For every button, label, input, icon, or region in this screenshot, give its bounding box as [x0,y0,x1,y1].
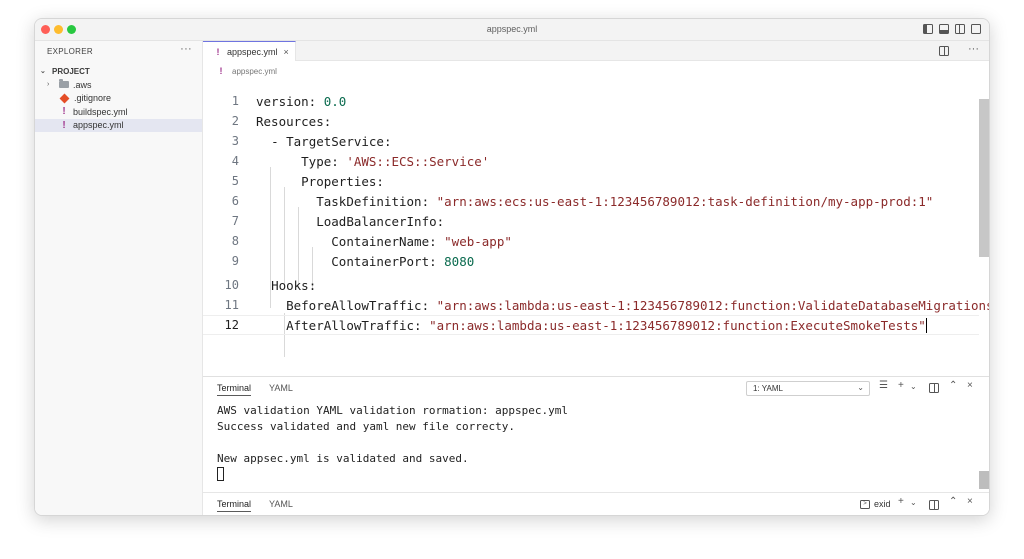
terminal-output[interactable]: AWS validation YAML validation rormation… [217,403,568,483]
title-bar: appspec.yml [35,19,989,41]
tab-yaml-secondary[interactable]: YAML [269,499,293,509]
yaml-file-icon: ! [216,46,220,57]
code-line: 1 version: 0.0 [231,93,347,109]
tree-item-label: appspec.yml [73,120,124,131]
chevron-down-icon: ⌄ [857,383,864,392]
layout-controls [923,24,981,34]
chevron-down-icon: ⌄ [40,68,46,75]
new-terminal-icon[interactable]: + [898,496,904,507]
code-line: 8 ContainerName: "web-app" [231,233,512,249]
terminal-line: Success validated and yaml new file corr… [217,420,516,433]
editor-more-icon[interactable]: ··· [968,43,979,55]
git-icon [59,93,70,104]
code-line: 4 Type: 'AWS::ECS::Service' [231,153,490,169]
toggle-sidebar-icon[interactable] [923,24,933,34]
toggle-secondary-sidebar-icon[interactable] [955,24,965,34]
code-line: 6 TaskDefinition: "arn:aws:ecs:us-east-1… [231,193,934,209]
new-terminal-icon[interactable]: + [898,380,904,391]
chevron-down-icon[interactable]: ⌄ [910,382,917,391]
chevron-down-icon[interactable]: ⌄ [910,498,917,507]
maximize-panel-icon[interactable]: ⌃ [949,380,957,391]
explorer-header: EXPLORER ··· [35,41,202,61]
chevron-right-icon: › [47,81,50,89]
split-terminal-icon[interactable] [929,383,939,393]
terminal-icon: > [860,499,870,509]
tab-yaml[interactable]: YAML [269,383,293,393]
split-terminal-icon[interactable] [929,500,939,510]
window-title: appspec.yml [486,24,538,34]
terminal-instance-label: exid [874,499,891,509]
tree-item-aws[interactable]: › .aws [35,78,202,92]
toggle-panel-icon[interactable] [939,24,949,34]
tree-item-label: .aws [73,79,92,90]
tree-item-appspec[interactable]: ! appspec.yml [35,118,202,132]
terminal-line: AWS validation YAML validation rormation… [217,404,568,417]
split-editor-icon[interactable] [939,46,949,56]
tab-terminal[interactable]: Terminal [217,383,252,396]
project-folder[interactable]: ⌄ PROJECT [35,64,202,78]
code-line: 2 Resources: [231,113,332,129]
terminal-instance[interactable]: > exid [860,499,891,509]
explorer-title: EXPLORER [47,47,93,56]
code-line: 7 LoadBalancerInfo: [231,213,445,229]
tab-appspec[interactable]: ! appspec.yml × [203,41,296,61]
yaml-file-icon: ! [62,106,66,118]
terminal-select[interactable]: 1: YAML ⌄ [746,381,870,396]
terminal-cursor [217,467,224,481]
tab-terminal-secondary[interactable]: Terminal [217,499,252,512]
terminal-select-value: 1: YAML [753,384,783,393]
customize-layout-icon[interactable] [971,24,981,34]
editor-area: ! appspec.yml × ··· ! appspec.yml 1 vers… [203,41,989,376]
terminal-scrollbar[interactable] [979,471,989,489]
code-line: 5 Properties: [231,173,384,189]
editor-tabs: ! appspec.yml × ··· [203,41,989,61]
project-label: PROJECT [52,66,90,76]
breadcrumb-file[interactable]: appspec.yml [232,67,277,76]
yaml-file-icon: ! [62,119,66,131]
close-panel-icon[interactable]: × [967,496,973,507]
code-line: 3 - TargetService: [231,133,392,149]
code-line: 11 BeforeAllowTraffic: "arn:aws:lambda:u… [224,297,990,313]
tree-item-label: .gitignore [74,93,112,104]
explorer-more-icon[interactable]: ··· [180,43,192,55]
tree-item-label: buildspec.yml [73,106,128,117]
tree-item-buildspec[interactable]: ! buildspec.yml [35,105,202,119]
code-line: 10 Hooks: [224,277,317,293]
folder-icon [59,79,69,89]
panel-tabs: Terminal YAML 1: YAML ⌄ ☰ + ⌄ ⌃ × [203,377,989,399]
code-line-current: 12 AfterAllowTraffic: "arn:aws:lambda:us… [203,315,979,335]
tab-label: appspec.yml [227,46,278,57]
close-panel-icon[interactable]: × [967,380,973,391]
bottom-panel: Terminal YAML 1: YAML ⌄ ☰ + ⌄ ⌃ × AWS va… [203,376,989,515]
close-icon[interactable]: × [284,47,289,57]
terminal-line: New appsec.yml is validated and saved. [217,452,469,465]
editor-scrollbar[interactable] [979,99,989,257]
secondary-panel-bar: Terminal YAML > exid + ⌄ ⌃ × [203,492,989,515]
yaml-file-icon: ! [219,66,223,76]
code-line: 9 ContainerPort: 8080 [231,253,475,269]
editor-window: appspec.yml EXPLORER ··· ⌄ PROJECT › .aw… [34,18,990,516]
explorer-sidebar: EXPLORER ··· ⌄ PROJECT › .aws .gitignore… [35,41,203,515]
breadcrumb: ! appspec.yml [203,61,989,77]
maximize-panel-icon[interactable]: ⌃ [949,496,957,507]
text-cursor [925,317,927,333]
tree-item-gitignore[interactable]: .gitignore [35,92,202,106]
terminal-list-icon[interactable]: ☰ [879,380,888,391]
